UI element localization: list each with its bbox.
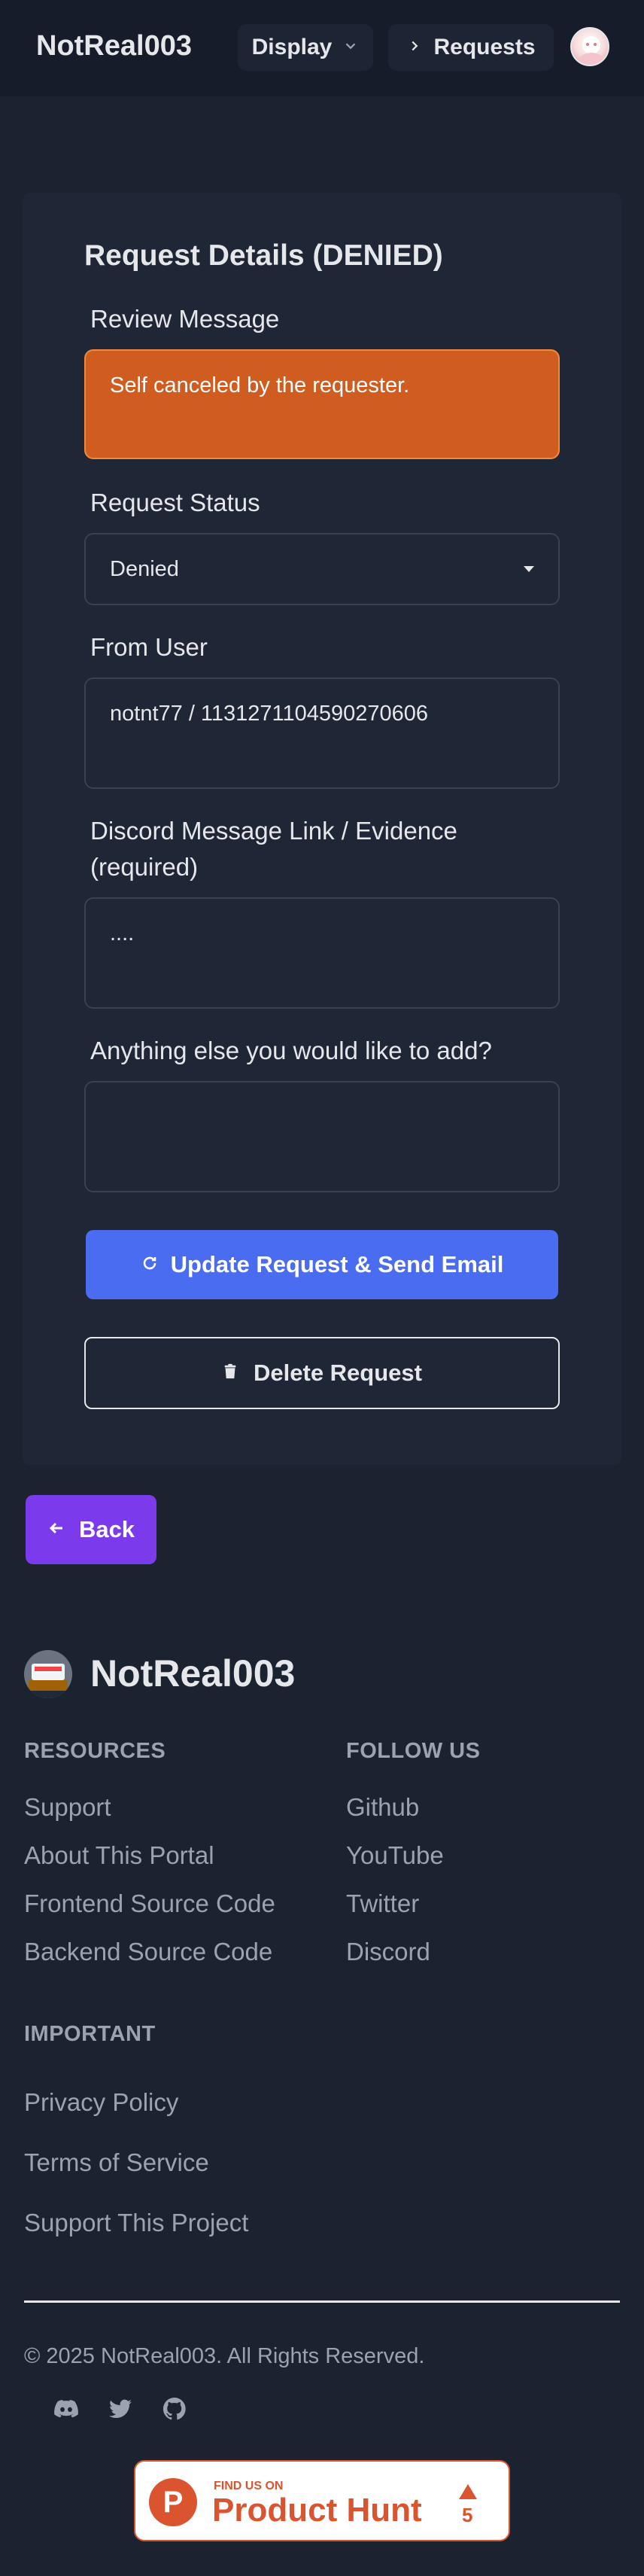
request-status-select[interactable]: Denied [84, 533, 560, 605]
product-hunt-badge[interactable]: P FIND US ON Product Hunt 5 [134, 2460, 510, 2541]
footer-link-privacy[interactable]: Privacy Policy [24, 2088, 178, 2117]
footer-divider [24, 2300, 620, 2303]
upvote-arrow-icon [459, 2484, 477, 2499]
discord-icon[interactable] [53, 2395, 80, 2422]
footer-link-discord[interactable]: Discord [346, 1938, 430, 1966]
follow-us-heading: FOLLOW US [346, 1739, 481, 1763]
evidence-label-line2: (required) [90, 853, 199, 881]
update-request-button[interactable]: Update Request & Send Email [86, 1230, 558, 1299]
copyright-text: © 2025 NotReal003. All Rights Reserved. [24, 2344, 425, 2368]
github-icon[interactable] [161, 2395, 188, 2422]
from-user-label: From User [90, 633, 208, 661]
page-title: Request Details (DENIED) [84, 239, 443, 272]
update-request-label: Update Request & Send Email [170, 1251, 504, 1277]
twitter-icon[interactable] [107, 2395, 134, 2422]
footer-link-support-project[interactable]: Support This Project [24, 2209, 248, 2237]
additional-info-field[interactable] [84, 1081, 560, 1192]
footer-link-terms[interactable]: Terms of Service [24, 2148, 209, 2177]
footer-link-support[interactable]: Support [24, 1793, 111, 1822]
review-message-box: Self canceled by the requester. [84, 349, 560, 459]
trash-icon [222, 1360, 238, 1387]
evidence-label: Discord Message Link / Evidence (require… [90, 813, 457, 885]
display-label: Display [251, 35, 333, 59]
footer-link-github[interactable]: Github [346, 1793, 419, 1822]
requests-link[interactable]: Requests [388, 24, 554, 71]
arrow-left-icon [47, 1516, 65, 1543]
caret-down-icon [524, 566, 534, 572]
refresh-icon [141, 1251, 159, 1278]
chevron-right-icon [406, 35, 423, 60]
display-dropdown[interactable]: Display [238, 24, 373, 71]
requests-label: Requests [433, 35, 536, 59]
delete-request-label: Delete Request [254, 1360, 422, 1386]
resources-heading: RESOURCES [24, 1739, 166, 1763]
footer-link-frontend-source[interactable]: Frontend Source Code [24, 1889, 275, 1918]
brand-link[interactable]: NotReal003 [36, 30, 192, 62]
footer-link-backend-source[interactable]: Backend Source Code [24, 1938, 272, 1966]
additional-info-label: Anything else you would like to add? [90, 1037, 492, 1064]
review-message-label: Review Message [90, 305, 280, 333]
footer-logo [24, 1650, 72, 1698]
evidence-field[interactable]: .... [84, 897, 560, 1009]
footer-brand: NotReal003 [90, 1652, 296, 1694]
evidence-label-line1: Discord Message Link / Evidence [90, 817, 457, 845]
footer-link-about[interactable]: About This Portal [24, 1841, 214, 1870]
request-status-label: Request Status [90, 489, 260, 516]
product-hunt-name: Product Hunt [212, 2492, 422, 2529]
navbar: NotReal003 Display Requests [0, 0, 644, 96]
from-user-field[interactable]: notnt77 / 1131271104590270606 [84, 677, 560, 789]
request-status-value: Denied [110, 556, 179, 581]
footer-link-twitter[interactable]: Twitter [346, 1889, 419, 1918]
user-avatar[interactable] [570, 27, 609, 66]
important-heading: IMPORTANT [24, 2022, 156, 2046]
footer-link-youtube[interactable]: YouTube [346, 1841, 444, 1870]
product-hunt-logo-icon: P [149, 2478, 197, 2526]
back-label: Back [78, 1516, 135, 1542]
chevron-down-icon [342, 35, 359, 60]
back-button[interactable]: Back [26, 1495, 156, 1564]
delete-request-button[interactable]: Delete Request [84, 1337, 560, 1409]
product-hunt-upvote-count: 5 [462, 2504, 473, 2526]
